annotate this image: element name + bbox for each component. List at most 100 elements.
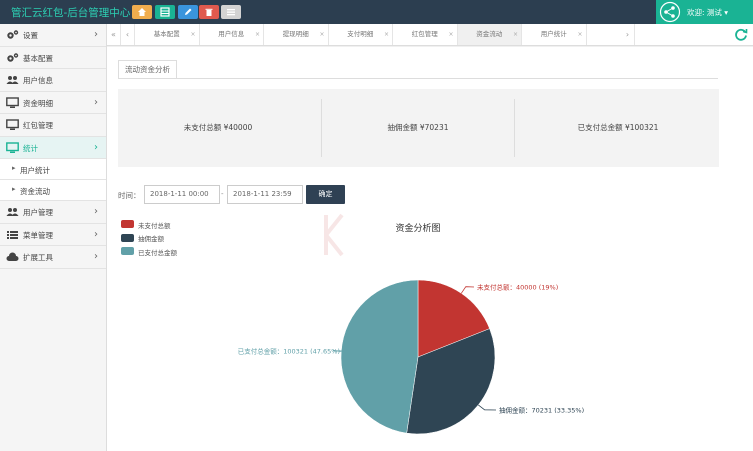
close-icon[interactable]: × [577,24,582,45]
end-date-input[interactable]: 2018-1-11 23:59 [227,185,303,204]
tab-item[interactable]: 用户信息 × [200,24,264,45]
legend-swatch[interactable] [121,247,134,255]
tab-label: 资金流动 [476,30,503,38]
edit-button[interactable] [178,5,198,19]
tab-label: 基本配置 [153,30,180,38]
tab-label: 用户统计 [540,30,567,38]
sidebar-item[interactable]: 红包管理 [0,114,106,137]
sidebar-item[interactable]: 菜单管理 › [0,223,106,246]
refresh-icon[interactable] [734,27,748,41]
sidebar-item[interactable]: 设置 › [0,24,106,47]
monitor-icon [6,141,19,154]
users-icon [6,206,19,218]
legend-swatch[interactable] [121,233,134,242]
tab-label: 提现明细 [282,30,309,38]
tab-next-button[interactable]: › [621,24,635,45]
cloud-icon [6,251,19,263]
list-icon [227,9,235,16]
pie-slice-label: 抽佣金额：70231 (33.35%) [499,406,584,415]
stat-unpaid-total-text: 未支付总额 ¥40000 [183,123,253,132]
close-icon[interactable]: × [190,24,195,45]
app-title: 管汇云红包-后台管理中心 [11,7,131,19]
sidebar-subitem[interactable]: ▸ 用户统计 [0,159,106,180]
tab-scroll-back-button[interactable]: « [107,24,121,45]
sidebar-item-label: 红包管理 [23,121,53,130]
monitor-icon [6,96,19,109]
tab-label: 用户信息 [218,30,245,38]
home-button[interactable] [132,5,152,19]
sidebar-item-label: 基本配置 [23,53,53,63]
time-label: 时间： [118,191,141,200]
list-button[interactable] [221,5,241,19]
share-network-icon [659,1,681,23]
users-icon [6,74,19,86]
monitor-icon [6,119,19,131]
bullet-icon: ▸ [12,164,16,172]
chevron-right-icon: › [94,206,98,217]
section-tab[interactable]: 流动资金分析 [118,60,177,79]
pencil-icon [185,8,192,15]
close-icon[interactable]: × [448,24,453,45]
sidebar-item-label: 扩展工具 [23,253,53,262]
section-divider [118,78,718,79]
legend-label[interactable]: 未支付总额 [138,220,171,230]
pie-slice[interactable] [340,279,419,434]
close-icon[interactable]: × [513,24,518,45]
tab-label: 红包管理 [411,30,438,38]
chevron-right-icon: › [94,96,98,108]
tab-prev-button[interactable]: ‹ [121,24,135,45]
gears-icon [6,52,19,64]
sidebar-item-label: 统计 [23,143,38,153]
sidebar-item[interactable]: 用户管理 › [0,201,106,224]
welcome-text[interactable]: 欢迎: 测试 ▾ [687,7,728,18]
stat-paid-total: 已支付总金额 ¥100321 [518,89,718,167]
sidebar-item-label: 用户信息 [23,76,53,85]
sidebar: 设置 › 基本配置用户信息资金明细 › 红包管理统计 › ▸ 用户统计 ▸ 资金流动用户管理 › 菜单… [0,24,107,451]
grid-button[interactable] [155,5,175,19]
pie-slice-label: 已支付总金额：100321 (47.65%) [238,347,340,356]
delete-button[interactable] [199,5,219,19]
pie-label-line [460,286,475,294]
tab-item[interactable]: 资金流动 × [457,24,522,45]
tab-item[interactable]: 用户统计 × [522,24,587,45]
bullet-icon: ▸ [12,185,16,193]
chevron-right-icon: › [94,251,98,262]
date-separator: - [221,190,224,198]
sidebar-item[interactable]: 基本配置 [0,46,106,69]
sidebar-subitem[interactable]: ▸ 资金流动 [0,180,106,201]
close-icon[interactable]: × [384,24,389,45]
stat-unpaid-total: 未支付总额 ¥40000 [118,89,318,167]
start-date-input[interactable]: 2018-1-11 00:00 [144,185,220,204]
watermark-logo [324,213,344,257]
trash-icon [205,8,213,16]
stat-paid-total-text: 已支付总金额 ¥100321 [577,123,659,132]
confirm-button[interactable]: 确定 [306,185,345,204]
close-icon[interactable]: × [255,24,260,45]
tab-item[interactable]: 红包管理 × [393,24,458,45]
stat-commission-text: 抽佣金额 ¥70231 [387,123,449,132]
sidebar-item[interactable]: 资金明细 › [0,91,106,114]
pie-label-line [478,404,497,411]
tab-item[interactable]: 支付明细 × [329,24,393,45]
sidebar-item[interactable]: 扩展工具 › [0,246,106,269]
legend-swatch[interactable] [121,220,134,228]
legend-label[interactable]: 已支付总金额 [138,247,177,257]
sidebar-item[interactable]: 用户信息 [0,69,106,92]
tab-item[interactable]: 提现明细 × [264,24,329,45]
chevron-right-icon: › [94,141,98,153]
chevron-right-icon: › [94,29,98,40]
sidebar-item-label: 资金明细 [23,98,53,108]
pie-slice-label: 未支付总额：40000 (19%) [477,283,558,292]
tabs-bar: « ‹ 基本配置 × 用户信息 × 提现明细 × 支付明细 × 红包管理 × 资金流动 × 用户统计 × … [107,24,753,46]
tab-item[interactable]: 基本配置 × [135,24,200,45]
sidebar-item-label: 菜单管理 [23,230,53,240]
stat-divider [514,99,515,157]
close-icon[interactable]: × [319,24,324,45]
user-menu[interactable]: 欢迎: 测试 ▾ [656,0,753,24]
legend-label[interactable]: 抽佣金额 [138,233,164,243]
sidebar-item-label: 用户管理 [23,208,53,217]
gears-icon [6,29,19,41]
home-icon [138,8,146,16]
grid-icon [160,7,170,17]
sidebar-item[interactable]: 统计 › [0,136,106,159]
